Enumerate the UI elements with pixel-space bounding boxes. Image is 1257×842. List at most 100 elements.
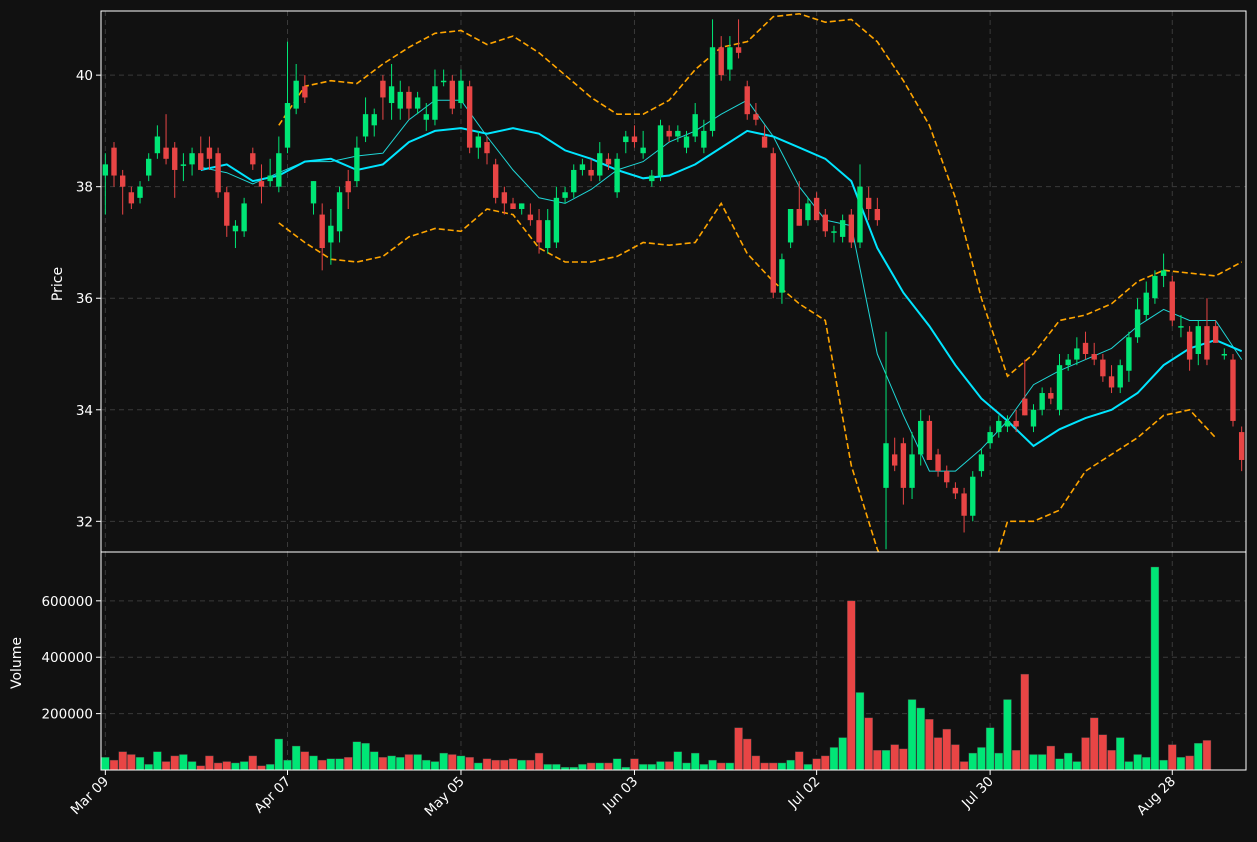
volume-bar <box>647 764 657 771</box>
volume-bar <box>283 759 292 771</box>
volume-bar <box>370 751 379 771</box>
volume-bar <box>708 759 717 771</box>
volume-bar <box>656 761 665 771</box>
candle-body <box>475 136 482 148</box>
candle-body <box>1169 281 1175 321</box>
volume-bar <box>1090 717 1099 771</box>
volume-bar <box>829 747 839 771</box>
candle-body <box>388 86 395 104</box>
candle-body <box>839 220 846 237</box>
candle-body <box>909 454 915 488</box>
volume-bar <box>1003 699 1012 771</box>
volume-bar <box>959 761 969 771</box>
candle-body <box>397 91 403 109</box>
volume-bar <box>1168 744 1177 771</box>
price-tick-label: 32 <box>76 514 93 530</box>
candle-body <box>1108 376 1115 388</box>
candlestick-chart: 3234363840 200000400000600000 Mar 09 Apr … <box>0 0 1257 842</box>
volume-bar <box>847 600 856 771</box>
volume-bar <box>942 728 951 771</box>
candle-body <box>449 80 455 109</box>
volume-bar <box>101 757 110 771</box>
candle-body <box>571 169 577 193</box>
candle-body <box>822 214 828 232</box>
candle-body <box>1091 354 1097 360</box>
candle-body <box>1178 326 1184 328</box>
candle-body <box>926 420 933 460</box>
volume-bar <box>968 752 977 771</box>
volume-bar <box>743 738 752 771</box>
volume-bar <box>474 762 483 771</box>
volume-bar <box>491 759 500 771</box>
volume-bar <box>1176 757 1186 771</box>
volume-bar <box>1098 734 1108 771</box>
candle-body <box>484 142 490 154</box>
candle-body <box>813 197 820 221</box>
volume-bar <box>344 757 353 771</box>
candle-body <box>319 214 325 249</box>
candle-body <box>865 197 872 209</box>
volume-bar <box>881 750 891 771</box>
volume-bar <box>717 762 726 771</box>
volume-bar <box>213 762 223 771</box>
volume-bar <box>595 762 604 771</box>
chart-background <box>0 0 1257 842</box>
volume-bar <box>239 761 249 771</box>
candle-body <box>510 203 516 209</box>
volume-bar <box>517 759 526 771</box>
candle-body <box>753 114 759 120</box>
candle-body <box>970 476 976 516</box>
volume-bar <box>422 759 431 771</box>
volume-bar <box>439 752 448 771</box>
candle-body <box>796 208 802 226</box>
volume-bar <box>291 745 301 771</box>
candle-body <box>1030 409 1037 427</box>
volume-bar <box>430 761 440 771</box>
candle-body <box>328 225 334 243</box>
volume-bar <box>1046 745 1056 771</box>
candle-body <box>1134 309 1141 338</box>
volume-bar <box>682 762 691 771</box>
candle-body <box>146 158 152 176</box>
volume-bar <box>543 764 552 771</box>
volume-axis-label: Volume <box>9 637 25 689</box>
candle-body <box>258 181 265 187</box>
candle-body <box>779 259 785 293</box>
candle-body <box>918 420 924 455</box>
candle-body <box>519 203 525 209</box>
candle-body <box>683 136 690 148</box>
volume-bar <box>1063 752 1073 771</box>
volume-bar <box>274 738 284 771</box>
volume-bar <box>404 754 414 771</box>
volume-bar <box>1185 755 1194 771</box>
volume-bar <box>690 752 700 771</box>
volume-bar <box>161 761 171 771</box>
volume-bar <box>630 758 639 771</box>
volume-bar <box>387 755 396 771</box>
volume-bar <box>248 755 257 771</box>
volume-tick-label: 400000 <box>41 650 93 666</box>
volume-bar <box>786 759 795 771</box>
candle-body <box>1160 270 1167 276</box>
candle-body <box>267 175 273 182</box>
candle-body <box>770 153 776 293</box>
candle-body <box>163 147 169 159</box>
candle-body <box>362 114 369 137</box>
volume-bar <box>838 737 847 771</box>
candle-body <box>996 420 1002 433</box>
candle-body <box>1048 393 1054 399</box>
candle-body <box>1004 420 1011 427</box>
volume-bar <box>1116 737 1125 771</box>
volume-bar <box>1124 761 1134 771</box>
candle-body <box>709 47 716 131</box>
candle-body <box>102 164 109 176</box>
volume-bar <box>318 759 327 771</box>
volume-bar <box>673 751 683 771</box>
candle-body <box>1117 365 1123 388</box>
volume-bar <box>231 762 240 771</box>
candle-body <box>1195 326 1201 355</box>
candle-body <box>119 175 126 187</box>
volume-bar <box>795 751 804 771</box>
volume-bar <box>508 758 518 771</box>
candle-body <box>874 208 881 221</box>
